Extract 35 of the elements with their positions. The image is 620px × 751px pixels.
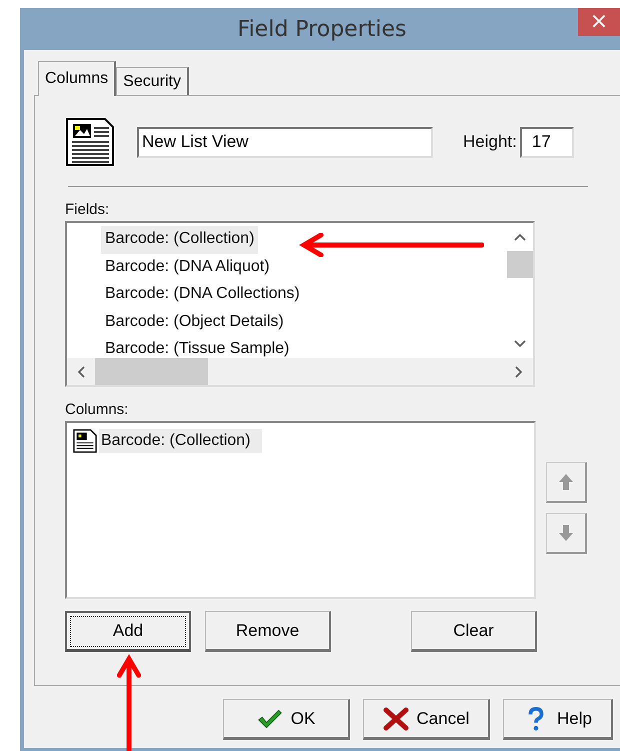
list-item[interactable]: Barcode: (Collection) xyxy=(101,226,258,254)
tab[interactable]: Columns xyxy=(38,61,116,96)
list-item[interactable]: Barcode: (Collection) xyxy=(99,429,262,453)
list-item[interactable]: Barcode: (DNA Aliquot) xyxy=(101,254,274,281)
scroll-left-icon[interactable] xyxy=(77,366,85,378)
dialog-button[interactable]: OK xyxy=(223,699,350,740)
document-icon xyxy=(73,429,97,453)
close-button[interactable]: × xyxy=(578,8,620,36)
scroll-down-icon[interactable] xyxy=(514,340,526,348)
scroll-up-icon[interactable] xyxy=(514,233,526,241)
document-icon xyxy=(65,118,115,166)
move-down-button[interactable] xyxy=(546,513,587,554)
height-field[interactable]: 17 xyxy=(520,126,574,158)
tab[interactable]: Security xyxy=(116,67,189,95)
list-button[interactable]: Add xyxy=(65,611,191,652)
name-field[interactable]: New List View xyxy=(137,126,433,158)
window-title: Field Properties xyxy=(238,16,406,42)
list-item[interactable]: Barcode: (Object Details) xyxy=(101,308,288,336)
list-item[interactable]: Barcode: (Tissue Sample) xyxy=(101,336,294,358)
dialog-button[interactable]: Cancel xyxy=(363,699,490,740)
dialog-button[interactable]: Help xyxy=(503,699,613,740)
up-arrow-icon xyxy=(558,473,574,491)
move-up-button[interactable] xyxy=(546,462,587,503)
scroll-right-icon[interactable] xyxy=(515,366,523,378)
height-label: Height: xyxy=(463,132,517,152)
scrollbar-thumb[interactable] xyxy=(507,251,533,278)
cross-icon xyxy=(382,706,409,730)
down-arrow-icon xyxy=(558,524,574,542)
horizontal-scrollbar[interactable] xyxy=(67,358,533,385)
list-button[interactable]: Clear xyxy=(411,611,537,652)
fields-label: Fields: xyxy=(65,201,110,219)
list-item[interactable]: Barcode: (DNA Collections) xyxy=(101,281,304,308)
scrollbar-thumb[interactable] xyxy=(95,358,208,385)
columns-label: Columns: xyxy=(65,401,130,419)
list-button[interactable]: Remove xyxy=(205,611,331,652)
